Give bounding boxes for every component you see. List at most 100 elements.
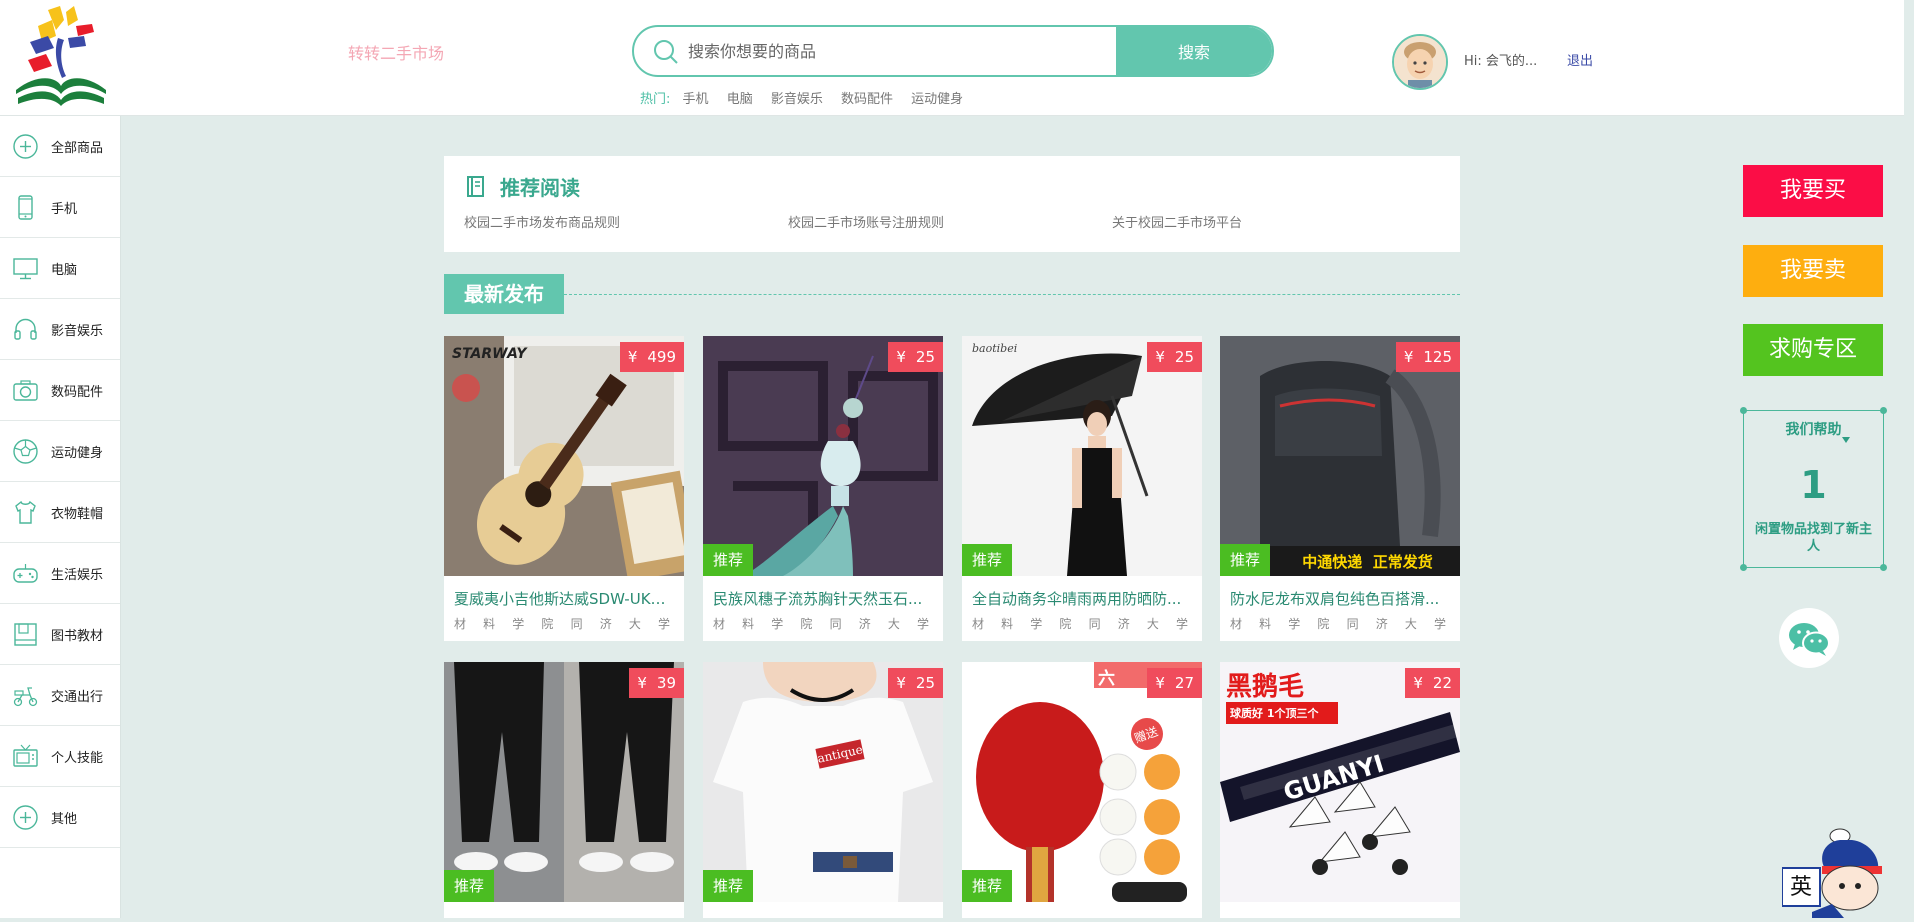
product-image[interactable]: 中通快递 正常发货 ¥125 推荐: [1220, 336, 1460, 576]
product-image[interactable]: antique ¥25 推荐: [703, 662, 943, 902]
product-title[interactable]: [962, 902, 1202, 914]
product-title[interactable]: 民族风穗子流苏胸针天然玉石...: [703, 576, 943, 609]
product-image[interactable]: 六 赠送 ¥27 推荐: [962, 662, 1202, 902]
product-card[interactable]: 中通快递 正常发货 ¥125 推荐 防水尼龙布双肩包纯色百搭滑... 材料学院同…: [1220, 336, 1460, 641]
product-title[interactable]: 全自动商务伞晴雨两用防晒防...: [962, 576, 1202, 609]
product-image[interactable]: baotibei ¥25 推荐: [962, 336, 1202, 576]
camera-icon: [13, 379, 38, 401]
ukulele-image: STARWAY: [444, 336, 684, 576]
price-tag: ¥27: [1147, 668, 1202, 698]
product-title[interactable]: [1220, 902, 1460, 914]
product-subtag: 球质好 1个顶三个: [1230, 707, 1319, 720]
latest-section-header: 最新发布: [444, 274, 1460, 314]
latest-title: 最新发布: [444, 274, 564, 314]
product-image[interactable]: STARWAY ¥499: [444, 336, 684, 576]
help-title: 我们帮助: [1785, 422, 1842, 438]
backpack-image: [1220, 336, 1460, 576]
price-tag: ¥22: [1405, 668, 1460, 698]
sidebar-item-clothes[interactable]: 衣物鞋帽: [0, 482, 120, 543]
sidebar-item-label: 手机: [51, 201, 78, 217]
hot-link-computer[interactable]: 电脑: [727, 92, 753, 107]
hot-link-digital[interactable]: 数码配件: [841, 92, 893, 107]
umbrella-image: baotibei: [962, 336, 1202, 576]
product-image[interactable]: ¥25 推荐: [703, 336, 943, 576]
product-card[interactable]: STARWAY ¥499 夏威夷小吉他斯达威SDW-UK2... 材料学院同济大…: [444, 336, 684, 641]
search-box: 搜索: [632, 25, 1274, 77]
product-card[interactable]: baotibei ¥25 推荐 全自动商务伞晴雨两用防晒防... 材料学院同济大…: [962, 336, 1202, 641]
hot-label: 热门:: [640, 92, 671, 107]
price-tag: ¥25: [1147, 342, 1202, 372]
hot-search-row: 热门: 手机 电脑 影音娱乐 数码配件 运动健身: [640, 88, 977, 107]
product-title[interactable]: 夏威夷小吉他斯达威SDW-UK2...: [444, 576, 684, 609]
sidebar-item-other[interactable]: 其他: [0, 787, 120, 848]
product-image[interactable]: ¥39 推荐: [444, 662, 684, 902]
sidebar-item-books[interactable]: 图书教材: [0, 604, 120, 665]
hot-link-phone[interactable]: 手机: [683, 92, 709, 107]
buy-button[interactable]: 我要买: [1743, 165, 1883, 217]
logo-icon[interactable]: [8, 2, 114, 112]
caret-down-icon: [1842, 437, 1850, 443]
reading-link-publish-rules[interactable]: 校园二手市场发布商品规则: [464, 212, 620, 231]
monitor-icon: [13, 257, 38, 279]
category-sidebar: 全部商品 手机 电脑 影音娱乐 数码配件 运动健身 衣物鞋帽 生活娱乐 图书教材…: [0, 116, 121, 918]
avatar-face-icon: [1394, 36, 1446, 88]
sidebar-item-skills[interactable]: 个人技能: [0, 726, 120, 787]
wanted-button[interactable]: 求购专区: [1743, 324, 1883, 376]
help-counter-box: 我们帮助 1 闲置物品找到了新主人: [1740, 407, 1887, 571]
recommend-badge: 推荐: [444, 870, 494, 902]
reading-link-about[interactable]: 关于校园二手市场平台: [1112, 212, 1242, 231]
svg-text:STARWAY: STARWAY: [452, 346, 528, 362]
user-greeting[interactable]: Hi: 会飞的...: [1464, 50, 1537, 69]
product-title[interactable]: 防水尼龙布双肩包纯色百搭滑...: [1220, 576, 1460, 609]
site-name-link[interactable]: 转转二手市场: [348, 40, 444, 64]
wechat-button[interactable]: [1779, 608, 1839, 668]
sidebar-item-label: 其他: [51, 811, 78, 827]
book-icon: [14, 622, 37, 646]
plus-circle-icon: [13, 804, 38, 830]
product-card[interactable]: ¥25 推荐 民族风穗子流苏胸针天然玉石... 材料学院同济大学: [703, 336, 943, 641]
reading-book-icon: [467, 176, 484, 197]
sidebar-item-label: 图书教材: [51, 628, 104, 644]
sidebar-item-all[interactable]: 全部商品: [0, 116, 120, 177]
reading-link-register-rules[interactable]: 校园二手市场账号注册规则: [788, 212, 944, 231]
logout-link[interactable]: 退出: [1567, 50, 1593, 69]
sidebar-item-digital[interactable]: 数码配件: [0, 360, 120, 421]
sidebar-item-sports[interactable]: 运动健身: [0, 421, 120, 482]
search-button[interactable]: 搜索: [1116, 27, 1272, 75]
product-title[interactable]: [703, 902, 943, 914]
product-card[interactable]: 六 赠送 ¥27 推荐: [962, 662, 1202, 918]
tv-icon: [13, 744, 38, 767]
hot-link-av[interactable]: 影音娱乐: [771, 92, 823, 107]
reading-title: 推荐阅读: [500, 176, 580, 200]
sidebar-item-computer[interactable]: 电脑: [0, 238, 120, 299]
price-tag: ¥39: [629, 668, 684, 698]
sidebar-item-av[interactable]: 影音娱乐: [0, 299, 120, 360]
headphones-icon: [14, 318, 37, 340]
svg-text:baotibei: baotibei: [972, 342, 1017, 355]
product-title[interactable]: [444, 902, 684, 914]
recommend-badge: 推荐: [1220, 544, 1270, 576]
mascot-ime-widget[interactable]: 英: [1781, 820, 1886, 918]
shirt-icon: [15, 500, 36, 524]
product-school: 材料学院同济大学: [713, 617, 933, 631]
product-image[interactable]: 黑鹅毛 球质好 1个顶三个 GUANYI ¥22: [1220, 662, 1460, 902]
avatar[interactable]: [1392, 34, 1448, 90]
product-card[interactable]: 黑鹅毛 球质好 1个顶三个 GUANYI ¥22: [1220, 662, 1460, 918]
divider: [564, 294, 1460, 295]
ime-language-label[interactable]: 英: [1782, 870, 1820, 906]
hot-link-sports[interactable]: 运动健身: [911, 92, 963, 107]
sell-button[interactable]: 我要卖: [1743, 245, 1883, 297]
recommend-badge: 推荐: [962, 870, 1012, 902]
product-card[interactable]: antique ¥25 推荐: [703, 662, 943, 918]
plus-circle-icon: [13, 133, 38, 159]
product-tag: 六: [1098, 669, 1115, 689]
shipping-banner: 中通快递 正常发货: [1302, 553, 1433, 571]
price-tag: ¥125: [1395, 342, 1460, 372]
product-tag: 黑鹅毛: [1226, 672, 1305, 702]
product-card[interactable]: ¥39 推荐: [444, 662, 684, 918]
sidebar-item-phone[interactable]: 手机: [0, 177, 120, 238]
sidebar-item-label: 交通出行: [51, 689, 104, 705]
tshirt-image: [703, 662, 943, 902]
sidebar-item-life[interactable]: 生活娱乐: [0, 543, 120, 604]
sidebar-item-transport[interactable]: 交通出行: [0, 665, 120, 726]
